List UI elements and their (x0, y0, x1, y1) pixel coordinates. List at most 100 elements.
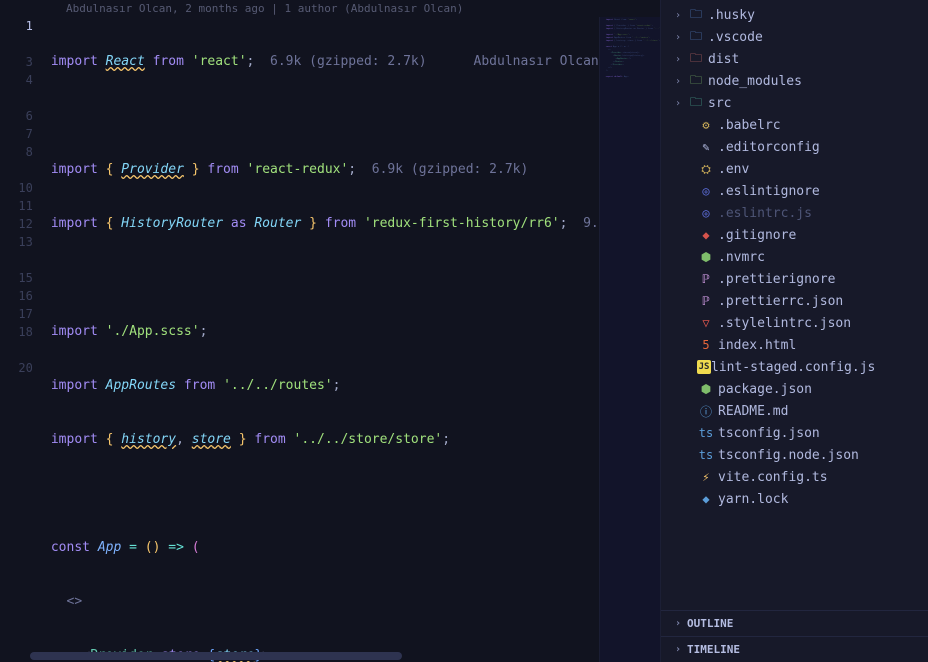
minimap-content: import React from 'react'; import { Prov… (606, 19, 660, 79)
scrollbar-thumb[interactable] (30, 652, 402, 660)
line-number[interactable] (0, 89, 33, 107)
file-babelrc[interactable]: ⚙.babelrc (661, 114, 928, 136)
line-number[interactable]: 8 (0, 143, 33, 161)
line-number[interactable]: 20 (0, 359, 33, 377)
keyword: import (51, 432, 98, 447)
line-number[interactable]: 16 (0, 287, 33, 305)
folder-label: .husky (708, 8, 755, 23)
string: 'react-redux' (247, 162, 349, 177)
file-label: .stylelintrc.json (718, 316, 851, 331)
folder-vscode[interactable]: ›🗀.vscode (661, 26, 928, 48)
file-icon: ◆ (697, 492, 715, 506)
punct: ; (200, 324, 208, 339)
file-prettierrcjson[interactable]: ℙ.prettierrc.json (661, 290, 928, 312)
line-number[interactable] (0, 341, 33, 359)
file-eslintignore[interactable]: ◎.eslintignore (661, 180, 928, 202)
file-viteconfigts[interactable]: ⚡vite.config.ts (661, 466, 928, 488)
folder-husky[interactable]: ›🗀.husky (661, 4, 928, 26)
horizontal-scrollbar[interactable] (30, 652, 650, 660)
line-number[interactable]: 1 (0, 17, 33, 35)
line-number[interactable]: 17 (0, 305, 33, 323)
line-number[interactable]: 3 (0, 53, 33, 71)
chevron-right-icon: › (675, 76, 687, 87)
line-number[interactable]: 13 (0, 233, 33, 251)
file-label: .babelrc (718, 118, 781, 133)
file-readmemd[interactable]: ⓘREADME.md (661, 400, 928, 422)
line-number[interactable]: 15 (0, 269, 33, 287)
folder-icon: 🗀 (687, 49, 705, 70)
outline-section[interactable]: › OUTLINE (661, 610, 928, 636)
line-number[interactable]: 12 (0, 215, 33, 233)
file-label: package.json (718, 382, 812, 397)
file-label: vite.config.ts (718, 470, 828, 485)
timeline-section[interactable]: › TIMELINE (661, 636, 928, 662)
file-tsconfignodejson[interactable]: tstsconfig.node.json (661, 444, 928, 466)
line-number-gutter[interactable]: 134678101112131516171820 (0, 17, 51, 662)
chevron-right-icon: › (675, 54, 687, 65)
folder-icon: 🗀 (687, 93, 705, 114)
line-number[interactable] (0, 251, 33, 269)
file-label: .eslintrc.js (718, 206, 812, 221)
line-number[interactable]: 18 (0, 323, 33, 341)
file-tsconfigjson[interactable]: tstsconfig.json (661, 422, 928, 444)
file-icon: ⚙ (697, 118, 715, 132)
line-number[interactable] (0, 161, 33, 179)
keyword: import (51, 378, 98, 393)
identifier: App (98, 540, 121, 555)
folder-icon: 🗀 (687, 5, 705, 26)
file-label: index.html (718, 338, 796, 353)
section-label: TIMELINE (687, 643, 740, 656)
editor-pane: Abdulnasır Olcan, 2 months ago | 1 autho… (0, 0, 660, 662)
chevron-right-icon: › (675, 32, 687, 43)
line-number[interactable]: 11 (0, 197, 33, 215)
file-gitignore[interactable]: ◆.gitignore (661, 224, 928, 246)
file-env[interactable]: ⛭.env (661, 158, 928, 180)
bracket: { (106, 432, 122, 447)
file-yarnlock[interactable]: ◆yarn.lock (661, 488, 928, 510)
code-area: 134678101112131516171820 import React fr… (0, 17, 660, 662)
sidebar: ›🗀.husky›🗀.vscode›🗀dist›🗀node_modules›🗀s… (660, 0, 928, 662)
gitlens-inline-blame: Abdulnasır Olcan (474, 54, 599, 69)
file-label: .prettierignore (718, 272, 835, 287)
identifier: store (192, 432, 231, 447)
line-number[interactable]: 4 (0, 71, 33, 89)
folder-nodemodules[interactable]: ›🗀node_modules (661, 70, 928, 92)
file-icon: ⬢ (697, 382, 715, 396)
file-indexhtml[interactable]: 5index.html (661, 334, 928, 356)
line-number[interactable]: 6 (0, 107, 33, 125)
file-explorer[interactable]: ›🗀.husky›🗀.vscode›🗀dist›🗀node_modules›🗀s… (661, 4, 928, 610)
folder-dist[interactable]: ›🗀dist (661, 48, 928, 70)
folder-label: dist (708, 52, 739, 67)
line-number[interactable] (0, 377, 33, 395)
file-icon: ◆ (697, 228, 715, 242)
file-nvmrc[interactable]: ⬢.nvmrc (661, 246, 928, 268)
minimap[interactable]: import React from 'react'; import { Prov… (599, 17, 660, 662)
code-lines[interactable]: import React from 'react'; 6.9k (gzipped… (51, 17, 599, 662)
file-eslintrcjs[interactable]: ◎.eslintrc.js (661, 202, 928, 224)
line-number[interactable]: 7 (0, 125, 33, 143)
file-prettierignore[interactable]: ℙ.prettierignore (661, 268, 928, 290)
file-stylelintrcjson[interactable]: ▽.stylelintrc.json (661, 312, 928, 334)
file-label: tsconfig.node.json (718, 448, 859, 463)
punct: ; (348, 162, 356, 177)
folder-label: node_modules (708, 74, 802, 89)
line-number[interactable] (0, 35, 33, 53)
file-icon: ts (697, 448, 715, 462)
bracket: } (231, 432, 247, 447)
file-icon: ⛭ (697, 162, 715, 177)
file-label: .env (718, 162, 749, 177)
file-packagejson[interactable]: ⬢package.json (661, 378, 928, 400)
file-editorconfig[interactable]: ✎.editorconfig (661, 136, 928, 158)
size-hint: 9. (567, 216, 598, 231)
folder-src[interactable]: ›🗀src (661, 92, 928, 114)
op: = (121, 540, 144, 555)
file-icon: ▽ (697, 316, 715, 330)
string: './App.scss' (106, 324, 200, 339)
bracket: } (301, 216, 317, 231)
file-lintstagedconfigjs[interactable]: JSlint-staged.config.js (661, 356, 928, 378)
keyword: import (51, 324, 98, 339)
file-label: .eslintignore (718, 184, 820, 199)
file-icon: ⬢ (697, 250, 715, 264)
file-icon: ◎ (697, 184, 715, 198)
line-number[interactable]: 10 (0, 179, 33, 197)
